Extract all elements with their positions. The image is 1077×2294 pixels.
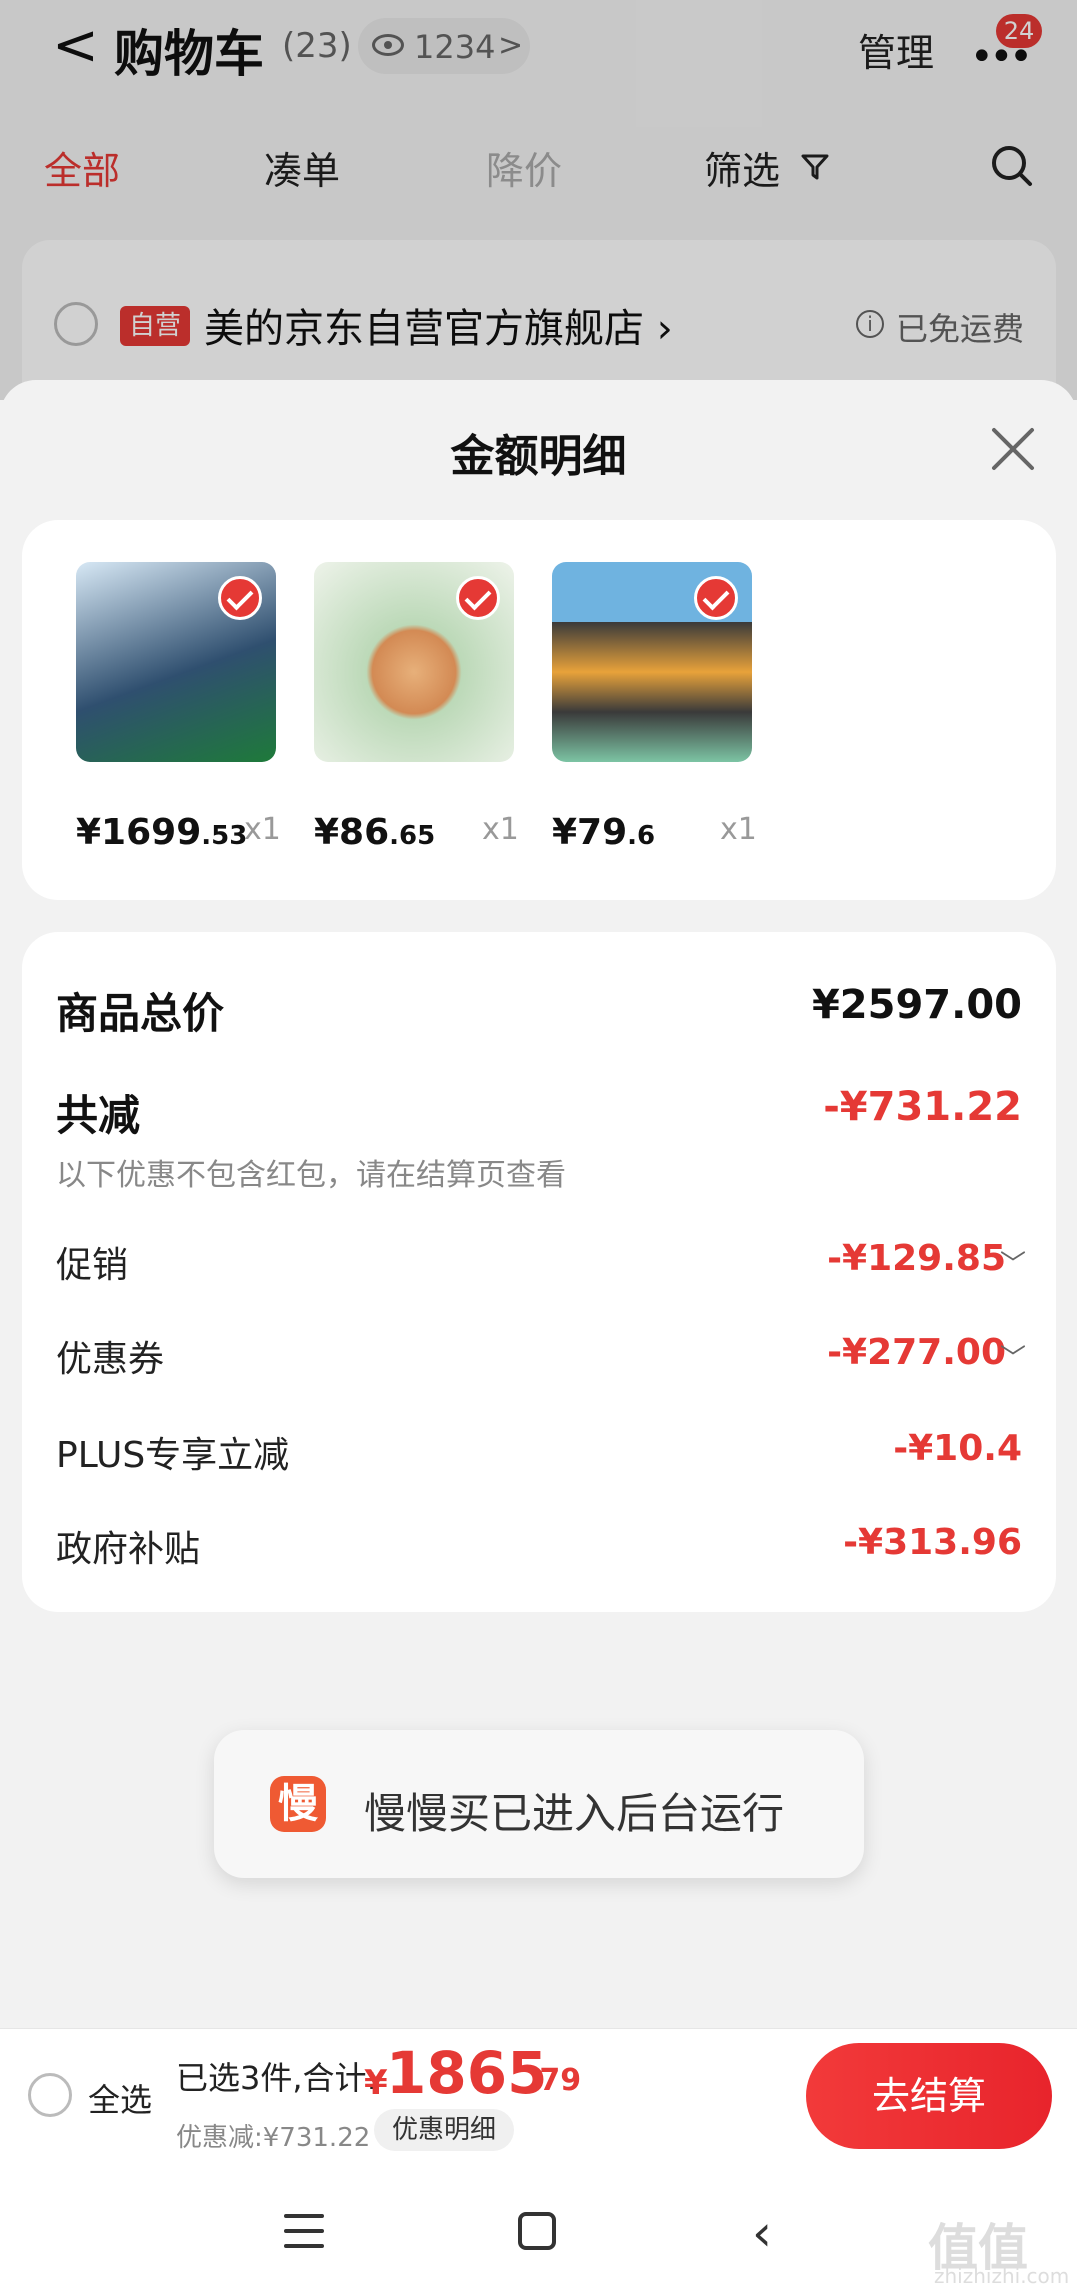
- total-amount-decimal: .79: [528, 2063, 582, 2098]
- amount-detail-sheet: 金额明细 ¥1699.53 x1 ¥86.65 x1 ¥79.6 x1 商品总价…: [0, 380, 1077, 2294]
- total-currency: ¥: [364, 2063, 388, 2103]
- check-icon[interactable]: [218, 576, 262, 620]
- discount-value: -¥10.4: [893, 1428, 1022, 1469]
- product-price: ¥1699.53: [76, 812, 248, 853]
- product-item[interactable]: ¥79.6 x1: [552, 562, 757, 862]
- discount-value: -¥129.85: [827, 1238, 1006, 1279]
- system-nav-bar: ‹ 值值值 zhizhizhi.com: [0, 2168, 1077, 2294]
- selected-summary: 已选3件,合计:: [176, 2059, 378, 2097]
- home-icon[interactable]: [518, 2212, 556, 2250]
- background-run-toast: 慢 慢慢买已进入后台运行: [214, 1730, 864, 1878]
- cart-page-background: < 购物车 (23) 1234 > 管理 ••• 24 全部 凑单 降价 筛选 …: [0, 0, 1077, 440]
- discount-label: 优惠券: [56, 1339, 165, 1380]
- check-icon[interactable]: [694, 576, 738, 620]
- checkout-bar: 全选 已选3件,合计: ¥ 1865 .79 优惠减:¥731.22 优惠明细 …: [0, 2028, 1077, 2168]
- chevron-down-icon[interactable]: ﹀: [1000, 1338, 1026, 1375]
- close-icon[interactable]: [990, 426, 1036, 472]
- discount-detail-button[interactable]: 优惠明细: [374, 2109, 514, 2151]
- product-qty: x1: [720, 812, 757, 847]
- sheet-title: 金额明细: [450, 431, 627, 482]
- nav-back-icon[interactable]: ‹: [752, 2204, 772, 2262]
- dim-overlay[interactable]: [0, 0, 1077, 400]
- discount-value: -¥277.00: [827, 1332, 1006, 1373]
- product-item[interactable]: ¥86.65 x1: [314, 562, 519, 862]
- amount-breakdown-card: 商品总价 ¥2597.00 共减 -¥731.22 以下优惠不包含红包，请在结算…: [22, 932, 1056, 1612]
- product-price: ¥79.6: [552, 812, 656, 853]
- checkout-button[interactable]: 去结算: [806, 2043, 1052, 2149]
- discount-value: -¥313.96: [843, 1522, 1022, 1563]
- selected-products-card: ¥1699.53 x1 ¥86.65 x1 ¥79.6 x1: [22, 520, 1056, 900]
- saved-amount: 优惠减:¥731.22: [176, 2123, 371, 2153]
- discount-note: 以下优惠不包含红包，请在结算页查看: [56, 1158, 566, 1193]
- check-icon[interactable]: [456, 576, 500, 620]
- discount-label: 政府补贴: [56, 1529, 201, 1570]
- total-reduce-label: 共减: [56, 1091, 141, 1140]
- total-reduce-value: -¥731.22: [823, 1084, 1022, 1130]
- select-all-radio[interactable]: [28, 2073, 72, 2117]
- discount-label: PLUS专享立减: [56, 1435, 290, 1476]
- chevron-down-icon[interactable]: ﹀: [1000, 1244, 1026, 1281]
- watermark-url: zhizhizhi.com: [934, 2264, 1070, 2288]
- product-item[interactable]: ¥1699.53 x1: [76, 562, 281, 862]
- product-price: ¥86.65: [314, 812, 436, 853]
- toast-message: 慢慢买已进入后台运行: [364, 1789, 785, 1838]
- product-qty: x1: [482, 812, 519, 847]
- select-all-label[interactable]: 全选: [88, 2075, 152, 2121]
- recents-icon[interactable]: [284, 2214, 324, 2248]
- product-qty: x1: [244, 812, 281, 847]
- total-amount: 1865: [386, 2039, 548, 2107]
- total-price-label: 商品总价: [56, 989, 225, 1038]
- total-price-value: ¥2597.00: [811, 982, 1022, 1028]
- app-logo-icon: 慢: [270, 1776, 326, 1832]
- discount-label: 促销: [56, 1245, 129, 1286]
